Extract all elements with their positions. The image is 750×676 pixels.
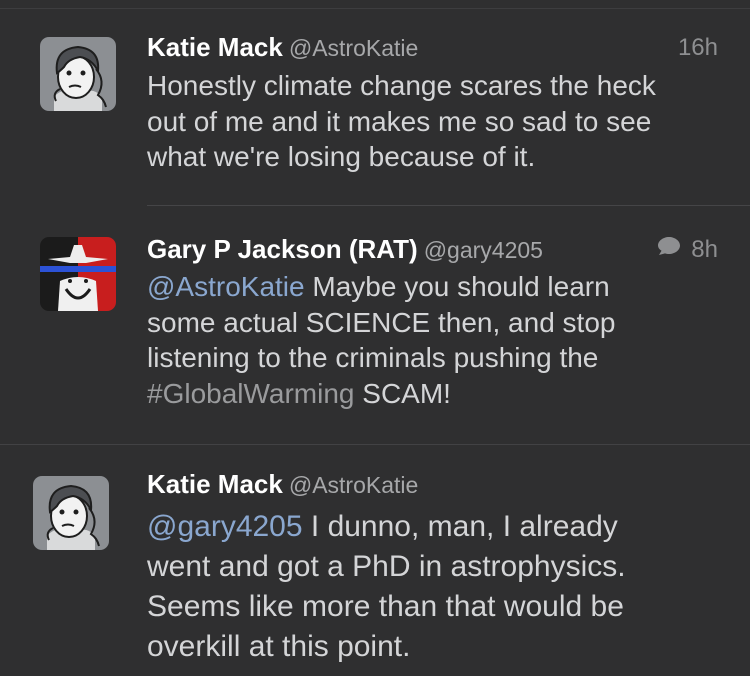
tweet-text: @gary4205 I dunno, man, I already went a… [147,507,747,667]
mention-link[interactable]: @gary4205 [147,510,303,543]
author-handle[interactable]: @AstroKatie [289,35,418,61]
cartoon-portrait-icon [40,37,116,111]
tweet-header: Gary P Jackson (RAT) @gary4205 [147,234,543,268]
author-name[interactable]: Katie Mack [147,32,283,62]
tweet-text-part: SCAM! [354,377,451,409]
tweet-text: @AstroKatie Maybe you should learn some … [147,269,737,411]
timestamp-text: 8h [691,236,718,263]
tweet-timestamp: 8h [657,236,718,264]
avatar[interactable] [33,476,109,550]
author-name[interactable]: Gary P Jackson (RAT) [147,234,418,264]
speech-bubble-icon[interactable] [657,235,681,263]
author-name[interactable]: Katie Mack [147,469,283,499]
tweet-item[interactable]: Gary P Jackson (RAT) @gary4205 8h @AstroK… [0,206,750,444]
avatar[interactable] [40,37,116,111]
timestamp-text: 16h [677,34,718,61]
spy-vs-spy-icon [40,237,116,311]
cartoon-portrait-icon [33,476,109,550]
tweet-item[interactable]: Katie Mack @AstroKatie @gary4205 I dunno,… [0,445,750,676]
tweet-item[interactable]: Katie Mack @AstroKatie 16h Honestly clima… [0,0,750,205]
author-handle[interactable]: @AstroKatie [289,472,418,498]
author-handle[interactable]: @gary4205 [424,237,543,263]
tweet-header: Katie Mack @AstroKatie [147,32,418,66]
avatar[interactable] [40,237,116,311]
tweet-text: Honestly climate change scares the heck … [147,70,656,172]
tweet-header: Katie Mack @AstroKatie [147,469,418,503]
tweet-timestamp: 16h [678,34,718,62]
mention-link[interactable]: @AstroKatie [147,271,305,302]
hashtag-link[interactable]: #GlobalWarming [147,378,354,409]
